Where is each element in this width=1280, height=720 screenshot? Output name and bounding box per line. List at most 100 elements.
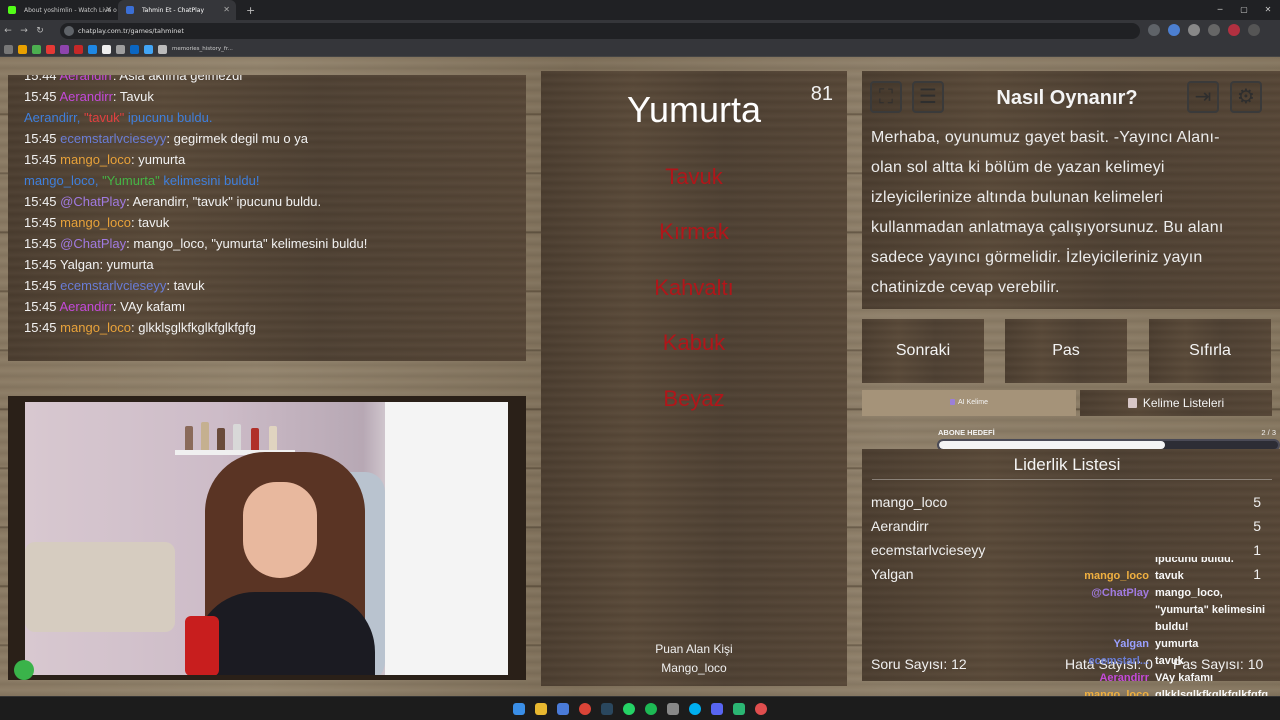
system-message-part: "Yumurta" [102,173,160,188]
webcam-feed [25,402,508,675]
reload-icon[interactable]: ↻ [32,26,48,36]
bookmark-icon[interactable] [60,44,69,54]
chat-message: 15:45 ecemstarlvcieseyy: gegirmek degil … [24,128,510,149]
overlay-chat-row: mango_loco tavuk [1060,568,1280,585]
chat-text: : tavuk [131,215,170,230]
tab-ai-word[interactable]: AI Kelime [862,390,1076,416]
extensions-puzzle-icon[interactable] [1208,24,1220,36]
window-controls: ─ ▢ ✕ [1208,0,1280,20]
bookmark-folder-icon[interactable] [158,44,167,54]
close-tab-icon[interactable]: ✕ [105,5,112,14]
app-icon[interactable] [557,703,569,715]
back-icon[interactable]: ← [0,26,16,36]
pass-button[interactable]: Pas [1005,319,1127,383]
player-name: Aerandirr [871,518,929,534]
exit-icon[interactable]: ⇥ [1187,81,1219,113]
overlay-username [1060,557,1149,568]
browser-tab-strip: About yoshimlin - Watch Live o ✕ Tahmin … [0,0,1280,20]
overlay-chat-row: Aerandirr VAy kafamı [1060,670,1280,687]
chat-username[interactable]: mango_loco [60,215,131,230]
chat-username[interactable]: Aerandirr [59,299,112,314]
bottle [269,426,277,450]
chat-username[interactable]: ecemstarlvcieseyy [60,131,166,146]
bookmark-icon[interactable] [144,44,153,54]
chat-text: : VAy kafamı [112,299,186,314]
menu-dots-icon[interactable] [1248,24,1260,36]
bookmark-icon[interactable] [116,44,125,54]
bookmark-star-icon[interactable] [1148,24,1160,36]
chat-username[interactable]: Aerandirr [59,75,112,83]
app-icon[interactable] [733,703,745,715]
next-button[interactable]: Sonraki [862,319,984,383]
tab-title: About yoshimlin - Watch Live o [24,6,117,14]
bookmark-icon[interactable] [74,44,83,54]
file-explorer-icon[interactable] [535,703,547,715]
bookmark-icon[interactable] [46,44,55,54]
word-panel: 81 Yumurta Tavuk Kırmak Kahvaltı Kabuk B… [541,71,847,686]
bottle [185,426,193,450]
bookmark-icon[interactable] [32,44,41,54]
system-message-part: Aerandirr, [24,110,84,125]
chat-username[interactable]: @ChatPlay [60,236,126,251]
notes-icon[interactable]: ☰ [912,81,944,113]
url-field[interactable]: chatplay.com.tr/games/tahminet [60,23,1140,39]
browser-tab-kick[interactable]: About yoshimlin - Watch Live o ✕ [0,0,118,20]
reset-button[interactable]: Sıfırla [1149,319,1271,383]
chat-username[interactable]: mango_loco [60,320,131,335]
chat-username[interactable]: mango_loco [60,152,131,167]
chat-username[interactable]: Yalgan [60,257,100,272]
chat-message: 15:45 ecemstarlvcieseyy: tavuk [24,275,510,296]
overlay-chat: ipucunu buldu. mango_loco tavuk @ChatPlay ma… [1060,557,1280,696]
chatplay-favicon-icon [126,6,134,14]
windows-start-icon[interactable] [513,703,525,715]
app-icon[interactable] [755,703,767,715]
close-tab-icon[interactable]: ✕ [223,5,230,14]
chat-username[interactable]: Aerandirr [59,89,112,104]
forward-icon[interactable]: → [16,26,32,36]
chat-timestamp: 15:45 [24,152,57,167]
chat-timestamp: 15:45 [24,131,57,146]
chat-system-message: Aerandirr, "tavuk" ipucunu buldu. [24,107,510,128]
ai-tab-label: AI Kelime [958,399,988,406]
tab-title: Tahmin Et - ChatPlay [142,6,205,14]
profile-avatar-icon[interactable] [1228,24,1240,36]
chat-text: : yumurta [99,257,154,272]
chat-message: 15:45 Yalgan: yumurta [24,254,510,275]
maximize-icon[interactable]: ▢ [1232,0,1256,20]
extension-icon[interactable] [1188,24,1200,36]
whatsapp-icon[interactable] [623,703,635,715]
bookmark-icon[interactable] [88,44,97,54]
chat-text: : Asla aklıma gelmezdi [112,75,243,83]
skype-icon[interactable] [689,703,701,715]
bookmark-icon[interactable] [102,44,111,54]
spotify-icon[interactable] [645,703,657,715]
target-word: Yumurta [626,89,762,130]
close-window-icon[interactable]: ✕ [1256,0,1280,20]
tab-word-lists[interactable]: Kelime Listeleri [1080,390,1272,416]
extension-icon[interactable] [1168,24,1180,36]
overlay-username: mango_loco [1084,570,1149,582]
gear-icon[interactable]: ⚙ [1230,81,1262,113]
chat-message: 15:45 mango_loco: tavuk [24,212,510,233]
site-info-icon[interactable] [64,26,74,36]
bookmark-icon[interactable] [130,44,139,54]
overlay-message: tavuk [1155,570,1184,582]
chat-timestamp: 15:45 [24,257,57,272]
apps-icon[interactable] [4,44,13,54]
chat-username[interactable]: @ChatPlay [60,194,126,209]
browser-tab-chatplay[interactable]: Tahmin Et - ChatPlay ✕ [118,0,236,20]
divider [872,479,1272,480]
bookmark-folder-label[interactable]: memories_history_fr... [172,46,233,52]
overlay-chat-row: ecemstarl... tavuk [1060,653,1280,670]
steam-icon[interactable] [601,703,613,715]
chat-message: 15:45 Aerandirr: Tavuk [24,86,510,107]
bookmark-icon[interactable] [18,44,27,54]
minimize-icon[interactable]: ─ [1208,0,1232,20]
new-tab-icon[interactable]: + [246,4,255,17]
discord-icon[interactable] [711,703,723,715]
chat-username[interactable]: ecemstarlvcieseyy [60,278,166,293]
overlay-username: Aerandirr [1099,672,1149,684]
fullscreen-icon[interactable]: ⛶ [870,81,902,113]
chrome-icon[interactable] [579,703,591,715]
settings-icon[interactable] [667,703,679,715]
